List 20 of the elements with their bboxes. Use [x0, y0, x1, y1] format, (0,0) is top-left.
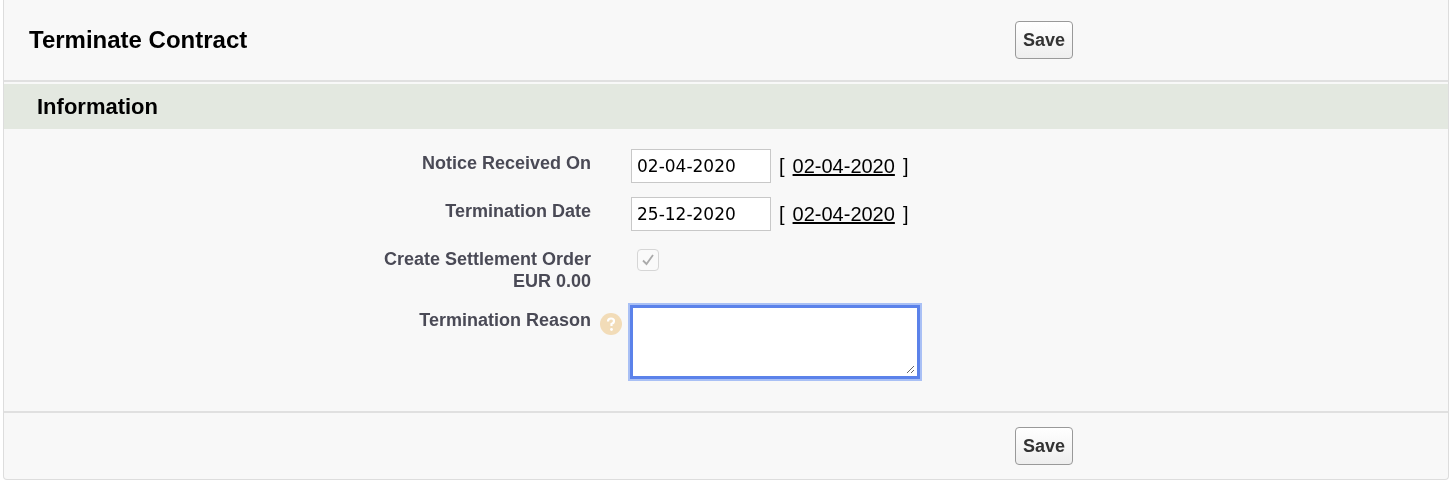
help-icon[interactable]: [599, 312, 623, 336]
bracket-text: ]: [902, 202, 909, 226]
amount-label: EUR 0.00: [512, 270, 591, 292]
field-label: Create Settlement Order: [383, 248, 591, 270]
reason-text-area[interactable]: [633, 308, 917, 376]
field-label: Notice Received On: [421, 152, 591, 174]
today-date-link[interactable]: 02-04-2020: [792, 202, 895, 226]
today-date-link[interactable]: 02-04-2020: [792, 154, 895, 178]
field-label: Termination Date: [445, 200, 591, 222]
date-field[interactable]: 25-12-2020: [631, 197, 771, 231]
date-field[interactable]: 02-04-2020: [631, 149, 771, 183]
bracket-text: [: [779, 202, 785, 226]
bracket-text: [: [779, 154, 785, 178]
section-header: Information: [4, 84, 1448, 129]
field-label: Termination Reason: [419, 309, 591, 331]
save-button[interactable]: Save: [1015, 427, 1074, 465]
bracket-text: ]: [902, 154, 909, 178]
page-title: Terminate Contract: [28, 26, 249, 54]
save-button[interactable]: Save: [1015, 21, 1074, 59]
check-icon: [640, 252, 656, 268]
